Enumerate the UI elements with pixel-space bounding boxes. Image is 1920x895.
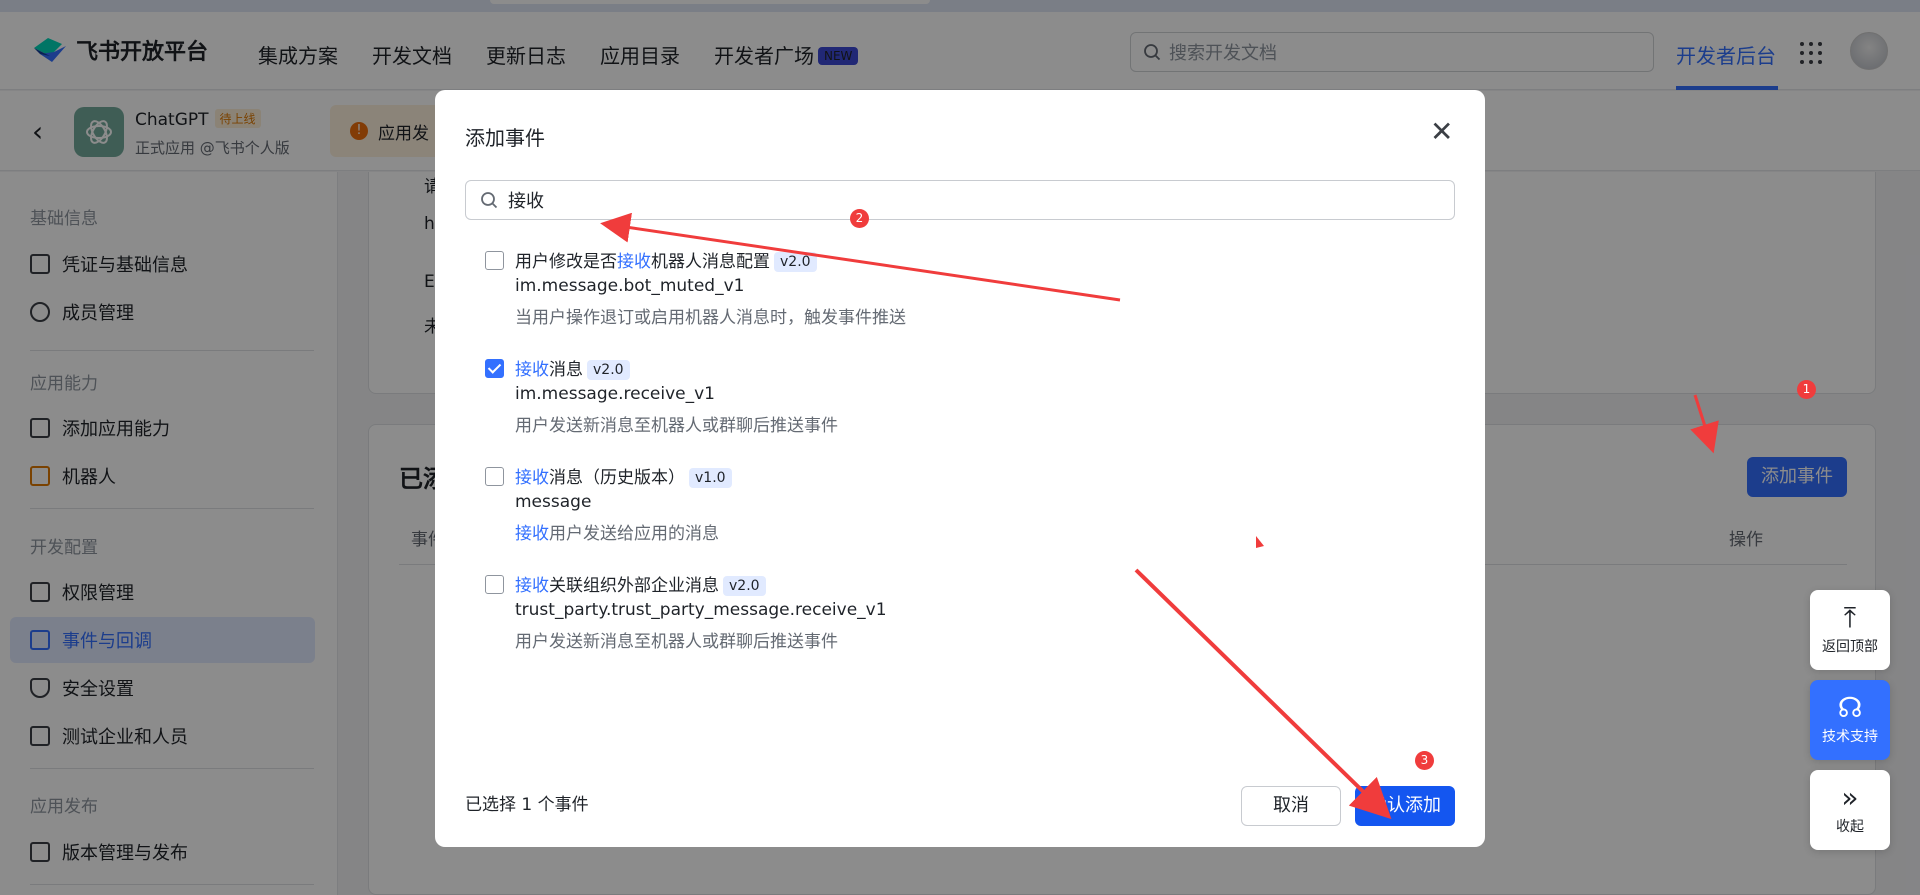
arrow-up-icon: ⤒ (1843, 601, 1857, 634)
event-desc: 用户发送新消息至机器人或群聊后推送事件 (515, 416, 838, 436)
tech-support-button[interactable]: ☊ 技术支持 (1810, 680, 1890, 760)
dialog-title: 添加事件 (465, 126, 545, 150)
event-title: 接收消息 v2.0 (515, 355, 630, 380)
annotation-number-2: 2 (850, 209, 869, 228)
cancel-button[interactable]: 取消 (1241, 786, 1341, 826)
back-to-top-label: 返回顶部 (1822, 639, 1878, 655)
event-code: im.message.bot_muted_v1 (515, 276, 745, 296)
event-checkbox[interactable] (485, 251, 504, 270)
version-badge: v2.0 (774, 252, 817, 272)
event-code: im.message.receive_v1 (515, 384, 715, 404)
confirm-add-button[interactable]: 确认添加 (1355, 786, 1455, 826)
event-code: message (515, 492, 592, 512)
back-to-top-button[interactable]: ⤒ 返回顶部 (1810, 590, 1890, 670)
event-title: 用户修改是否接收机器人消息配置 v2.0 (515, 247, 817, 272)
event-search-value: 接收 (508, 191, 544, 212)
event-title: 接收消息（历史版本） v1.0 (515, 463, 732, 488)
event-checkbox[interactable] (485, 575, 504, 594)
event-desc: 用户发送新消息至机器人或群聊后推送事件 (515, 632, 838, 652)
add-event-dialog: 添加事件 ✕ 接收 用户修改是否接收机器人消息配置 v2.0 im.message… (435, 90, 1485, 847)
event-title: 接收关联组织外部企业消息 v2.0 (515, 571, 766, 596)
double-chevron-right-icon: » (1841, 781, 1859, 814)
annotation-number-1: 1 (1797, 380, 1816, 399)
event-checkbox[interactable] (485, 467, 504, 486)
selected-count: 已选择 1 个事件 (465, 795, 589, 815)
collapse-button[interactable]: » 收起 (1810, 770, 1890, 850)
headset-icon: ☊ (1837, 691, 1863, 724)
event-code: trust_party.trust_party_message.receive_… (515, 600, 887, 620)
annotation-number-3: 3 (1415, 751, 1434, 770)
event-desc: 当用户操作退订或启用机器人消息时，触发事件推送 (515, 308, 906, 328)
event-search-input[interactable]: 接收 (465, 180, 1455, 220)
version-badge: v1.0 (689, 468, 732, 488)
tech-support-label: 技术支持 (1822, 729, 1878, 745)
version-badge: v2.0 (587, 360, 630, 380)
event-desc: 接收用户发送给应用的消息 (515, 524, 719, 544)
version-badge: v2.0 (723, 576, 766, 596)
close-icon[interactable]: ✕ (1430, 118, 1453, 146)
collapse-label: 收起 (1836, 819, 1864, 835)
event-checkbox-checked[interactable] (485, 359, 504, 378)
search-icon (481, 192, 498, 209)
